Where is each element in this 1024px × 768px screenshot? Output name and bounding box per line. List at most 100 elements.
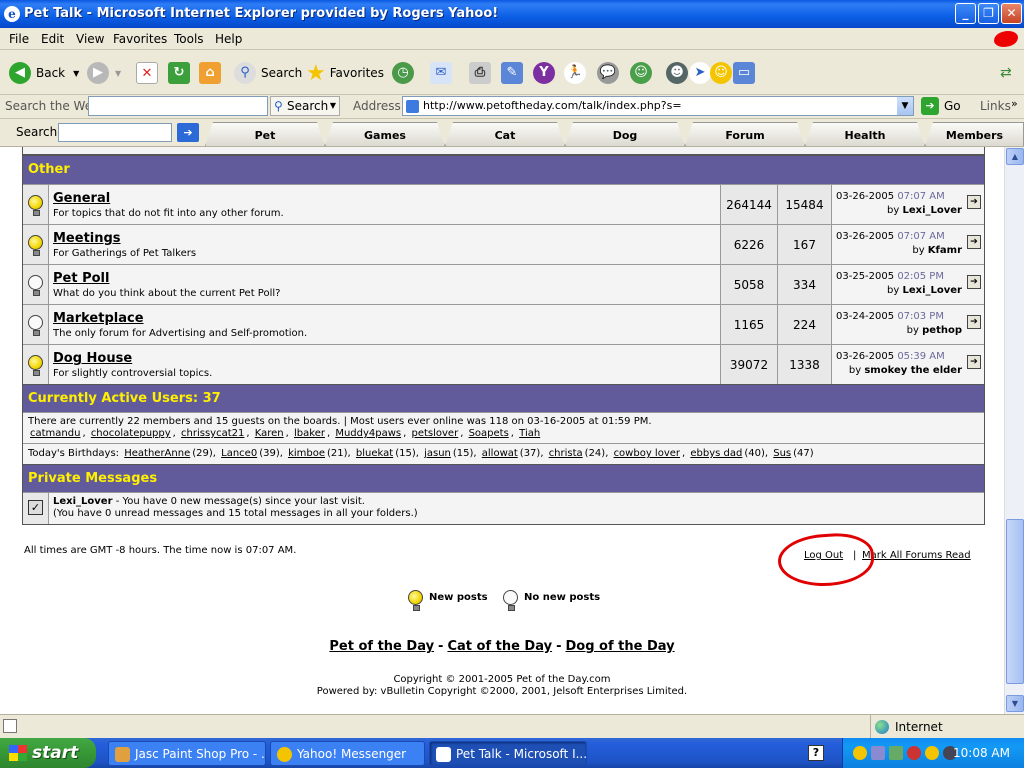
menu-tools[interactable]: Tools	[174, 32, 204, 46]
birthday-user-link[interactable]: christa	[549, 448, 583, 459]
task-yahoo-messenger[interactable]: Yahoo! Messenger	[270, 741, 425, 766]
forum-link-pet-poll[interactable]: Pet Poll	[53, 271, 720, 286]
user-link[interactable]: Soapets	[469, 428, 509, 439]
user-link[interactable]: chrissycat21	[181, 428, 244, 439]
help-icon[interactable]: ?	[808, 745, 824, 761]
search-web-input[interactable]	[88, 96, 268, 116]
start-button[interactable]: start	[0, 738, 96, 768]
menu-file[interactable]: File	[9, 32, 29, 46]
minimize-button[interactable]: _	[955, 3, 976, 24]
go-to-last-post-icon[interactable]: ➔	[967, 275, 981, 289]
tab-cat[interactable]: Cat	[445, 122, 565, 146]
cat-of-the-day-link[interactable]: Cat of the Day	[447, 639, 552, 654]
tab-pet[interactable]: Pet	[205, 122, 325, 146]
links-label[interactable]: Links	[980, 99, 1011, 113]
forum-link-meetings[interactable]: Meetings	[53, 231, 720, 246]
print-button[interactable]: ⎙	[469, 60, 491, 86]
person-button[interactable]: 🏃	[564, 60, 586, 86]
user-link[interactable]: catmandu	[30, 428, 80, 439]
task-paint-shop-pro[interactable]: Jasc Paint Shop Pro - ...	[108, 741, 266, 766]
menu-view[interactable]: View	[76, 32, 104, 46]
birthday-user-link[interactable]: kimboe	[288, 448, 325, 459]
toolbar-chevron[interactable]: ⇄	[1000, 60, 1012, 86]
birthday-user-link[interactable]: allowat	[482, 448, 518, 459]
restore-button[interactable]: ❐	[978, 3, 999, 24]
clock[interactable]: 10:08 AM	[953, 746, 1010, 760]
forum-link-general[interactable]: General	[53, 191, 720, 206]
birthday-user-link[interactable]: Sus	[773, 448, 791, 459]
user-link[interactable]: chocolatepuppy	[91, 428, 171, 439]
history-button[interactable]: ◷	[392, 60, 414, 86]
go-to-last-post-icon[interactable]: ➔	[967, 195, 981, 209]
edit-button[interactable]: ✎	[501, 60, 523, 86]
user-link[interactable]: Tiah	[519, 428, 540, 439]
address-dropdown-icon[interactable]: ▼	[897, 97, 913, 115]
tray-network-icon[interactable]	[871, 746, 885, 760]
active-users-header[interactable]: Currently Active Users: 37	[23, 384, 984, 412]
tab-members[interactable]: Members	[925, 122, 1024, 146]
user-link[interactable]: petslover	[411, 428, 458, 439]
tab-games[interactable]: Games	[325, 122, 445, 146]
scroll-thumb[interactable]	[1006, 519, 1024, 684]
tray-people-icon[interactable]	[889, 746, 903, 760]
stop-button[interactable]: ✕	[136, 60, 158, 86]
go-to-last-post-icon[interactable]: ➔	[967, 315, 981, 329]
user-link[interactable]: Muddy4paws	[335, 428, 401, 439]
tab-forum[interactable]: Forum	[685, 122, 805, 146]
birthday-user-link[interactable]: bluekat	[356, 448, 393, 459]
scroll-up-icon[interactable]: ▲	[1006, 148, 1024, 165]
user-link[interactable]: Karen	[255, 428, 284, 439]
mark-all-forums-read-link[interactable]: Mark All Forums Read	[862, 550, 971, 561]
tray-yahoo-icon[interactable]	[853, 746, 867, 760]
title-bar[interactable]: e Pet Talk - Microsoft Internet Explorer…	[0, 0, 1024, 28]
birthday-user-link[interactable]: cowboy lover	[614, 448, 680, 459]
scroll-down-icon[interactable]: ▼	[1006, 695, 1024, 712]
go-to-last-post-icon[interactable]: ➔	[967, 355, 981, 369]
close-button[interactable]: ✕	[1001, 3, 1022, 24]
pet-of-the-day-link[interactable]: Pet of the Day	[329, 639, 434, 654]
tab-health[interactable]: Health	[805, 122, 925, 146]
menu-favorites[interactable]: Favorites	[113, 32, 167, 46]
msn-messenger-button[interactable]: ☺	[630, 60, 652, 86]
birthday-user-link[interactable]: Lance0	[221, 448, 257, 459]
search-button[interactable]: ⚲ Search	[234, 60, 302, 86]
tray-shield-icon[interactable]	[907, 746, 921, 760]
birthday-user-link[interactable]: jasun	[424, 448, 451, 459]
forward-dropdown-icon[interactable]: ▼	[115, 69, 121, 78]
refresh-button[interactable]: ↻	[168, 60, 190, 86]
menu-help[interactable]: Help	[215, 32, 242, 46]
back-dropdown-icon[interactable]: ▼	[73, 69, 79, 78]
address-input[interactable]: http://www.petoftheday.com/talk/index.ph…	[402, 96, 914, 116]
go-to-last-post-icon[interactable]: ➔	[967, 235, 981, 249]
forum-link-dog-house[interactable]: Dog House	[53, 351, 720, 366]
tray-alert-icon[interactable]	[925, 746, 939, 760]
vertical-scrollbar[interactable]: ▲ ▼	[1004, 147, 1024, 714]
toolbar-extra-2[interactable]: ➤	[689, 60, 711, 86]
task-pet-talk-ie[interactable]: Pet Talk - Microsoft I...	[429, 741, 587, 766]
site-search-go-icon[interactable]: ➔	[177, 123, 199, 142]
birthday-user-link[interactable]: ebbys dad	[690, 448, 742, 459]
last-poster-link[interactable]: Lexi_Lover	[902, 205, 962, 216]
toolbar-extra-4[interactable]: ▭	[733, 60, 755, 86]
last-poster-link[interactable]: pethop	[922, 325, 962, 336]
favorites-button[interactable]: ★ Favorites	[306, 60, 384, 86]
forward-button[interactable]: ▶ ▼	[87, 60, 121, 86]
birthday-user-link[interactable]: HeatherAnne	[124, 448, 190, 459]
dog-of-the-day-link[interactable]: Dog of the Day	[565, 639, 674, 654]
last-poster-link[interactable]: Lexi_Lover	[902, 285, 962, 296]
toolbar-extra-1[interactable]: ☻	[666, 60, 688, 86]
last-poster-link[interactable]: Kfamr	[928, 245, 962, 256]
messenger-button[interactable]: Y	[533, 60, 555, 86]
site-search-input[interactable]	[58, 123, 172, 142]
mail-button[interactable]: ✉	[430, 60, 452, 86]
search-web-button[interactable]: ⚲ Search ▼	[270, 96, 340, 116]
go-button[interactable]: ➔ Go	[921, 97, 961, 115]
user-link[interactable]: lbaker	[294, 428, 325, 439]
tab-dog[interactable]: Dog	[565, 122, 685, 146]
menu-edit[interactable]: Edit	[41, 32, 64, 46]
home-button[interactable]: ⌂	[199, 60, 221, 86]
links-chevron-icon[interactable]: »	[1011, 97, 1018, 110]
back-button[interactable]: ◀ Back ▼	[9, 60, 79, 86]
forum-link-marketplace[interactable]: Marketplace	[53, 311, 720, 326]
toolbar-extra-3[interactable]: ☺	[710, 60, 732, 86]
